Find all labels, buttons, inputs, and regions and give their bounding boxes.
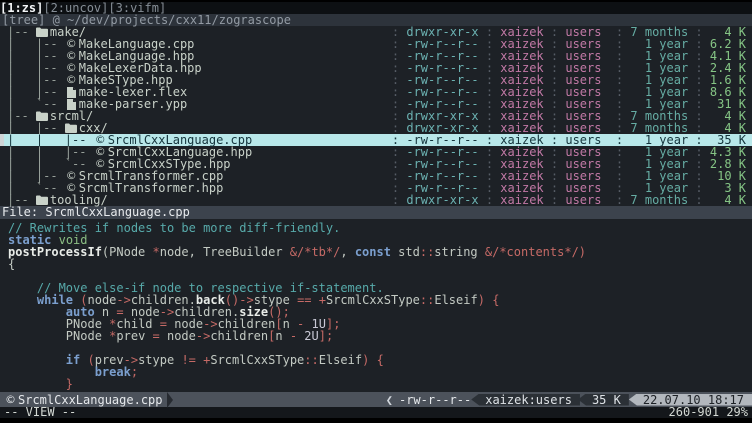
- code-token: node: [160, 329, 196, 343]
- code-token: +: [319, 293, 326, 307]
- code-token: postProcessIf: [8, 245, 102, 259]
- bottom-border: [0, 418, 752, 423]
- code-token: &/*contents*/): [485, 245, 586, 259]
- code-line: }: [8, 378, 752, 390]
- code-token: stype: [138, 353, 181, 367]
- cpp-file-icon: ©: [65, 74, 78, 86]
- code-token: ::: [304, 353, 318, 367]
- code-line: postProcessIf(PNode *node, TreeBuilder &…: [8, 246, 752, 258]
- code-token: ==: [297, 293, 311, 307]
- code-token: &/*tb*/: [290, 245, 341, 259]
- code-token: PNode: [8, 329, 109, 343]
- code-token: ];: [319, 329, 333, 343]
- code-token: string: [434, 245, 485, 259]
- preview-title: File: SrcmlCxxLanguage.cpp: [0, 206, 752, 219]
- row-columns: : drwxr-xr-x : xaizek : users : 7 months…: [385, 194, 752, 206]
- code-token: Elseif: [319, 353, 362, 367]
- code-token: ;: [131, 365, 138, 379]
- cursor-marker: [0, 134, 4, 146]
- code-token: prev: [116, 329, 152, 343]
- status-datetime: 22.07.10 18:17: [629, 394, 752, 406]
- code-token: }: [66, 377, 73, 391]
- code-token: [312, 293, 319, 307]
- code-token: =: [153, 329, 160, 343]
- date-cell: 7 months: [630, 194, 688, 206]
- code-token: std: [391, 245, 420, 259]
- ruler: 260-901 29%: [669, 407, 748, 418]
- code-token: SrcmlCxxSType: [326, 293, 420, 307]
- code-line: PNode *prev = node->children[n - 2U];: [8, 330, 752, 342]
- status-owner: xaizek:users: [471, 394, 580, 406]
- powerline-chevron-left-icon: ❮: [382, 394, 397, 406]
- code-token: {: [492, 293, 499, 307]
- code-token: !=: [181, 353, 195, 367]
- code-token: (PNode: [102, 245, 153, 259]
- document-icon: [65, 86, 78, 98]
- code-token: Elseif: [434, 293, 477, 307]
- mode-line: -- VIEW -- 260-901 29%: [0, 407, 752, 418]
- code-token: SrcmlCxxSType: [210, 353, 304, 367]
- powerline-chevron-right-icon: [167, 392, 173, 408]
- file-name: tooling/: [50, 194, 108, 206]
- cpp-file-icon: ©: [4, 394, 17, 406]
- code-token: ::: [420, 245, 434, 259]
- file-tree: |-- make/ : drwxr-xr-x : xaizek : users …: [0, 26, 752, 206]
- perms-cell: drwxr-xr-x: [406, 194, 478, 206]
- user-cell: xaizek: [500, 194, 543, 206]
- code-token: n: [275, 329, 289, 343]
- status-right: ❮ -rw-r--r-- xaizek:users 35 K 22.07.10 …: [382, 394, 752, 406]
- code-token: [369, 353, 376, 367]
- code-token: node, TreeBuilder: [160, 245, 290, 259]
- group-cell: users: [565, 194, 608, 206]
- code-line: // Rewrites if nodes to be more diff-fri…: [8, 222, 752, 234]
- code-token: const: [355, 245, 391, 259]
- tree-branch: |--: [7, 194, 36, 206]
- tree-row[interactable]: |-- tooling/ : drwxr-xr-x : xaizek : use…: [0, 194, 752, 206]
- vifm-terminal: [1:zs][2:uncov][3:vifm] [tree] @ ~/dev/p…: [0, 0, 752, 423]
- code-token: [8, 377, 66, 391]
- code-line: {: [8, 258, 752, 270]
- size-cell: 4 K: [710, 194, 746, 206]
- code-token: 2U: [304, 329, 318, 343]
- code-token: ::: [420, 293, 434, 307]
- code-token: children: [210, 329, 268, 343]
- code-token: *: [153, 245, 160, 259]
- status-filename: SrcmlCxxLanguage.cpp: [18, 394, 163, 406]
- code-token: ,: [340, 245, 354, 259]
- code-token: {: [377, 353, 384, 367]
- folder-icon: [36, 194, 49, 206]
- code-line: break;: [8, 366, 752, 378]
- code-preview: // Rewrites if nodes to be more diff-fri…: [0, 219, 752, 392]
- mode-indicator: -- VIEW --: [4, 407, 76, 418]
- code-token: ->: [196, 329, 210, 343]
- code-token: ): [478, 293, 485, 307]
- code-token: break: [95, 365, 131, 379]
- status-bar: ©SrcmlCxxLanguage.cpp ❮ -rw-r--r-- xaize…: [0, 392, 752, 407]
- status-perms: -rw-r--r--: [397, 394, 473, 406]
- status-size: 35 K: [578, 394, 629, 406]
- code-token: -: [290, 329, 297, 343]
- file-name: make-parser.ypp: [79, 98, 187, 110]
